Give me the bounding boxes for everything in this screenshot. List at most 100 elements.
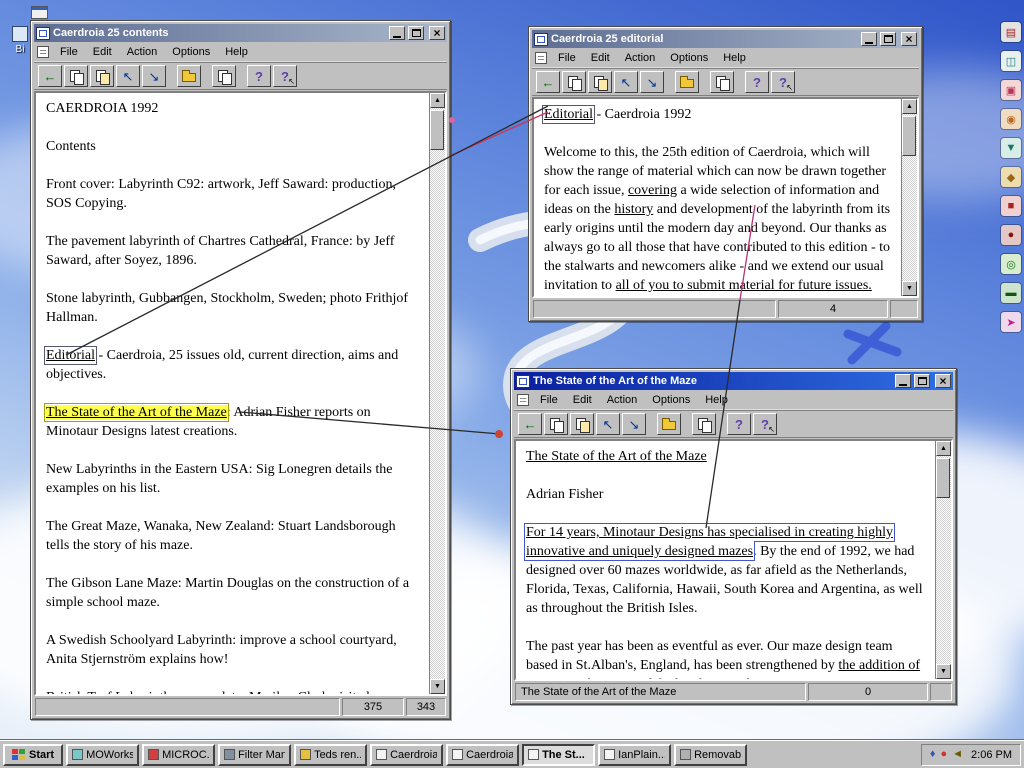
menu-options[interactable]: Options [165,44,217,60]
menu-help[interactable]: Help [716,50,753,66]
scheduler-icon[interactable]: ♦ [930,749,936,760]
scroll-down-button[interactable] [936,664,951,679]
copy-pages-button[interactable] [562,71,586,93]
taskbar-item[interactable]: Filter Man... [218,743,292,766]
scrollbar-thumb[interactable] [902,116,916,156]
vertical-scrollbar[interactable] [935,441,951,679]
copy-document-button[interactable] [692,413,716,435]
vertical-scrollbar[interactable] [901,99,917,296]
open-folder-button[interactable] [675,71,699,93]
menu-edit[interactable]: Edit [584,50,617,66]
context-help-button[interactable]: ? ↖ [753,413,777,435]
menu-edit[interactable]: Edit [86,44,119,60]
menu-help[interactable]: Help [698,392,735,408]
scrollbar-track[interactable] [902,114,917,281]
taskbar-item[interactable]: Removab... [674,743,748,766]
scrollbar-track[interactable] [430,108,445,679]
menu-file[interactable]: File [551,50,583,66]
taskbar-item[interactable]: Caerdroia... [446,743,520,766]
desktop-shortcut-8[interactable]: ● [1001,225,1021,245]
hyperlink[interactable]: all of you to submit material for future… [616,278,872,293]
desktop-shortcut-4[interactable]: ◉ [1001,109,1021,129]
volume-icon[interactable]: ◄ [952,749,963,760]
menu-options[interactable]: Options [663,50,715,66]
hyperlink[interactable]: history [614,202,653,217]
taskbar-item[interactable]: The St... [522,743,596,766]
help-button[interactable]: ? [247,65,271,87]
desktop-shortcut-1[interactable]: ▤ [1001,22,1021,42]
open-folder-button[interactable] [177,65,201,87]
antivirus-icon[interactable]: ● [940,749,947,760]
copy-pages-button[interactable] [64,65,88,87]
maximize-button[interactable] [914,374,930,388]
back-arrow-button[interactable]: ← [38,65,62,87]
open-folder-button[interactable] [657,413,681,435]
hyperlink[interactable]: Editorial [44,346,97,365]
hyperlink[interactable]: covering [628,183,677,198]
close-button[interactable] [901,32,917,46]
scroll-up-button[interactable] [936,441,951,456]
hyperlink[interactable]: The State of the Art of the Maze [526,449,707,464]
taskbar-item[interactable]: MICROC... [142,743,216,766]
link-previous-button[interactable]: ↖ [596,413,620,435]
taskbar-item[interactable]: Caerdroia... [370,743,444,766]
desktop-shortcut-3[interactable]: ▣ [1001,80,1021,100]
minimize-button[interactable] [861,32,877,46]
start-button[interactable]: Start [3,743,64,766]
scroll-down-button[interactable] [430,679,445,694]
scrollbar-thumb[interactable] [430,110,444,150]
maximize-button[interactable] [408,26,424,40]
menu-edit[interactable]: Edit [566,392,599,408]
desktop-shortcut-7[interactable]: ■ [1001,196,1021,216]
desktop-shortcut-9[interactable]: ◎ [1001,254,1021,274]
close-button[interactable] [935,374,951,388]
duplicate-pages-button[interactable] [570,413,594,435]
menu-action[interactable]: Action [120,44,165,60]
scrollbar-thumb[interactable] [936,458,950,498]
titlebar[interactable]: Caerdroia 25 editorial [532,30,919,48]
back-arrow-button[interactable]: ← [518,413,542,435]
duplicate-pages-button[interactable] [588,71,612,93]
maximize-button[interactable] [880,32,896,46]
link-next-button[interactable]: ↘ [640,71,664,93]
duplicate-pages-button[interactable] [90,65,114,87]
menu-action[interactable]: Action [600,392,645,408]
menu-help[interactable]: Help [218,44,255,60]
copy-document-button[interactable] [212,65,236,87]
desktop-shortcut-10[interactable]: ▬ [1001,283,1021,303]
context-help-button[interactable]: ? ↖ [771,71,795,93]
minimize-button[interactable] [389,26,405,40]
minimize-button[interactable] [895,374,911,388]
vertical-scrollbar[interactable] [429,93,445,694]
hyperlink[interactable]: The State of the Art of the Maze [44,403,229,422]
back-arrow-button[interactable]: ← [536,71,560,93]
taskbar-item[interactable]: IanPlain... [598,743,672,766]
menu-file[interactable]: File [533,392,565,408]
close-button[interactable] [429,26,445,40]
menu-file[interactable]: File [53,44,85,60]
link-previous-button[interactable]: ↖ [614,71,638,93]
scroll-down-button[interactable] [902,281,917,296]
copy-document-button[interactable] [710,71,734,93]
scroll-up-button[interactable] [902,99,917,114]
desktop-shortcut-2[interactable]: ◫ [1001,51,1021,71]
desktop-shortcut-5[interactable]: ▼ [1001,138,1021,158]
hyperlink[interactable]: Editorial [542,105,595,124]
desktop-shortcut-6[interactable]: ◆ [1001,167,1021,187]
link-next-button[interactable]: ↘ [622,413,646,435]
taskbar-item[interactable]: MOWorks [66,743,140,766]
menu-options[interactable]: Options [645,392,697,408]
menu-action[interactable]: Action [618,50,663,66]
taskbar-item[interactable]: Teds ren... [294,743,368,766]
titlebar[interactable]: The State of the Art of the Maze [514,372,953,390]
link-previous-button[interactable]: ↖ [116,65,140,87]
link-next-button[interactable]: ↘ [142,65,166,87]
desktop-shortcut-11[interactable]: ➤ [1001,312,1021,332]
help-button[interactable]: ? [745,71,769,93]
scroll-up-button[interactable] [430,93,445,108]
scrollbar-track[interactable] [936,456,951,664]
context-help-button[interactable]: ? ↖ [273,65,297,87]
copy-pages-button[interactable] [544,413,568,435]
help-button[interactable]: ? [727,413,751,435]
titlebar[interactable]: Caerdroia 25 contents [34,24,447,42]
